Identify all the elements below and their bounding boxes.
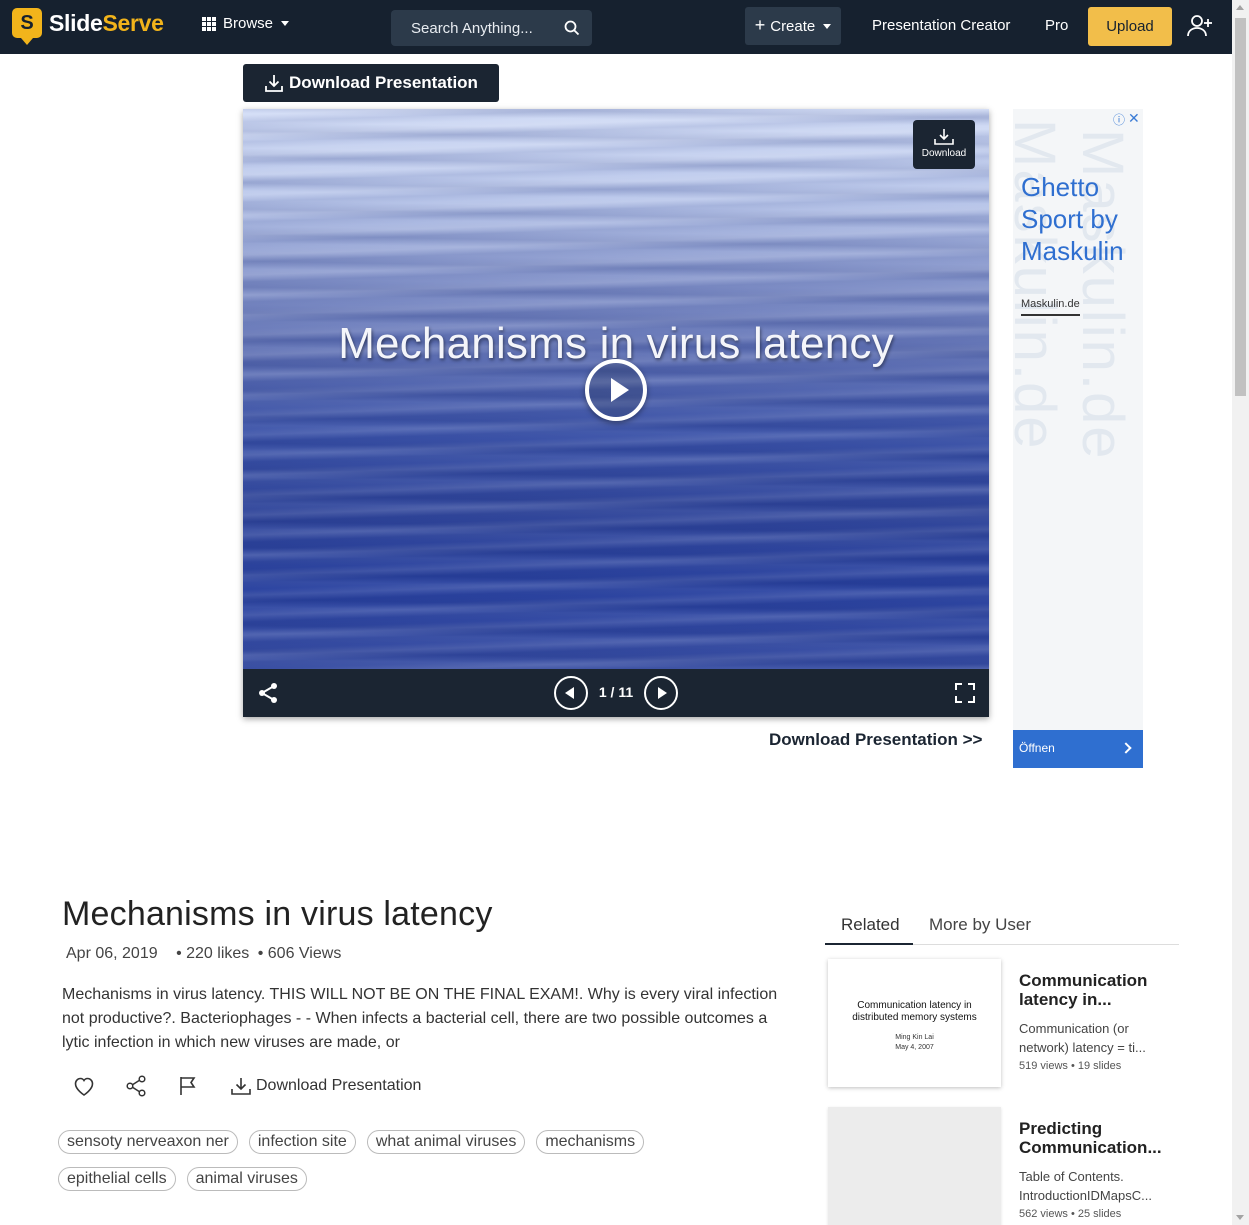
pro-link[interactable]: Pro	[1045, 17, 1068, 34]
grid-icon	[202, 16, 216, 31]
presentation-description: Mechanisms in virus latency. THIS WILL N…	[62, 986, 778, 1051]
related-description: Communication (or network) latency = ti.…	[1019, 1021, 1146, 1055]
presentation-meta: Apr 06, 2019 • 220 likes • 606 Views	[66, 945, 345, 963]
upload-button[interactable]: Upload	[1088, 7, 1172, 46]
fullscreen-icon[interactable]	[954, 682, 976, 704]
slide-viewer: Mechanisms in virus latency Download 1 /…	[243, 109, 989, 717]
tag[interactable]: animal viruses	[186, 1167, 307, 1191]
tag[interactable]: what animal viruses	[366, 1130, 526, 1154]
tab-related[interactable]: Related	[841, 915, 900, 935]
sidebar-tabs: Related More by User	[825, 905, 1179, 945]
logo-badge: S	[12, 8, 42, 45]
previous-slide-button[interactable]	[554, 676, 588, 710]
download-presentation-label: Download Presentation	[289, 73, 478, 92]
create-label: Create	[770, 17, 816, 35]
scrollbar-thumb[interactable]	[1235, 18, 1246, 396]
ad-info-icon[interactable]: ⓘ	[1113, 111, 1125, 128]
presentation-title: Mechanisms in virus latency	[62, 895, 493, 933]
download-presentation-button[interactable]: Download Presentation	[243, 64, 499, 102]
active-tab-indicator	[825, 943, 913, 945]
page-counter: 1 / 11	[598, 684, 634, 700]
slide-image[interactable]: Mechanisms in virus latency Download	[243, 109, 989, 669]
logo-text: SlideServe	[49, 10, 164, 37]
scroll-down-icon[interactable]	[1236, 1215, 1244, 1220]
download-icon	[265, 75, 283, 92]
search-box	[391, 10, 592, 46]
related-title[interactable]: Predicting Communication...	[1019, 1119, 1169, 1157]
browse-label: Browse	[223, 15, 274, 32]
tab-more-by-user[interactable]: More by User	[929, 915, 1031, 935]
logo-text-serve: Serve	[102, 9, 164, 36]
slide-download-label: Download	[921, 148, 967, 159]
viewer-controls: 1 / 11	[243, 669, 989, 717]
share-icon[interactable]	[257, 682, 279, 704]
related-description: Table of Contents. IntroductionIDMapsC..…	[1019, 1169, 1152, 1203]
top-navbar: S SlideServe Browse + Create Presentatio…	[0, 0, 1232, 54]
download-icon	[231, 1078, 251, 1095]
tag[interactable]: infection site	[248, 1130, 356, 1154]
download-presentation-action-label: Download Presentation	[256, 1077, 422, 1094]
ad-open-button[interactable]: Öffnen	[1013, 730, 1143, 768]
slide-download-button[interactable]: Download	[913, 120, 975, 169]
add-user-icon[interactable]	[1187, 14, 1213, 38]
flag-icon[interactable]	[176, 1074, 200, 1098]
page-scrollbar[interactable]	[1232, 0, 1249, 1225]
scroll-up-icon[interactable]	[1236, 5, 1244, 10]
related-title[interactable]: Communication latency in...	[1019, 971, 1169, 1009]
tag[interactable]: epithelial cells	[58, 1167, 176, 1191]
presentation-creator-link[interactable]: Presentation Creator	[872, 17, 1010, 34]
presentation-date: Apr 06, 2019	[66, 945, 158, 962]
thumbnail-title: Communication latency in distributed mem…	[852, 1000, 977, 1023]
ad-open-label: Öffnen	[1019, 741, 1055, 755]
views-count: • 606 Views	[257, 945, 342, 962]
ad-close-icon[interactable]: ✕	[1128, 110, 1140, 127]
download-presentation-link[interactable]: Download Presentation >>	[769, 730, 983, 750]
download-presentation-action[interactable]: Download Presentation	[230, 1076, 421, 1096]
search-input[interactable]	[391, 19, 556, 37]
ad-domain[interactable]: Maskulin.de	[1021, 298, 1080, 316]
likes-count: • 220 likes	[176, 945, 250, 962]
action-bar: Download Presentation	[72, 1074, 421, 1098]
browse-menu[interactable]: Browse	[202, 15, 290, 32]
related-thumbnail[interactable]: Communication latency in distributed mem…	[828, 959, 1001, 1087]
chevron-down-icon	[823, 23, 832, 29]
chevron-down-icon	[281, 21, 290, 26]
tag[interactable]: mechanisms	[536, 1130, 645, 1154]
related-thumbnail[interactable]	[828, 1107, 1001, 1225]
next-slide-button[interactable]	[644, 676, 678, 710]
heart-icon[interactable]	[72, 1074, 96, 1098]
plus-icon: +	[754, 14, 766, 35]
share-icon[interactable]	[124, 1074, 148, 1098]
tag-list: sensoty nerveaxon ner infection site what …	[58, 1130, 758, 1204]
logo-text-slide: Slide	[49, 9, 103, 36]
ad-headline[interactable]: Ghetto Sport by Maskulin	[1021, 171, 1143, 267]
search-icon[interactable]	[564, 20, 580, 36]
slideserve-logo[interactable]: S SlideServe	[12, 8, 164, 45]
play-button[interactable]	[585, 359, 647, 421]
create-button[interactable]: + Create	[745, 7, 841, 45]
thumbnail-date: May 4, 2007	[895, 1044, 934, 1051]
thumbnail-author: Ming Kin Lai	[895, 1034, 934, 1041]
related-stats: 519 views • 19 slides	[1019, 1060, 1122, 1072]
download-icon	[934, 129, 954, 145]
advertisement[interactable]: Maskulin.de Maskulin.de Ghetto Sport by …	[1013, 109, 1143, 768]
chevron-right-icon	[1120, 742, 1132, 754]
related-stats: 562 views • 25 slides	[1019, 1208, 1122, 1220]
tag[interactable]: sensoty nerveaxon ner	[58, 1130, 238, 1154]
